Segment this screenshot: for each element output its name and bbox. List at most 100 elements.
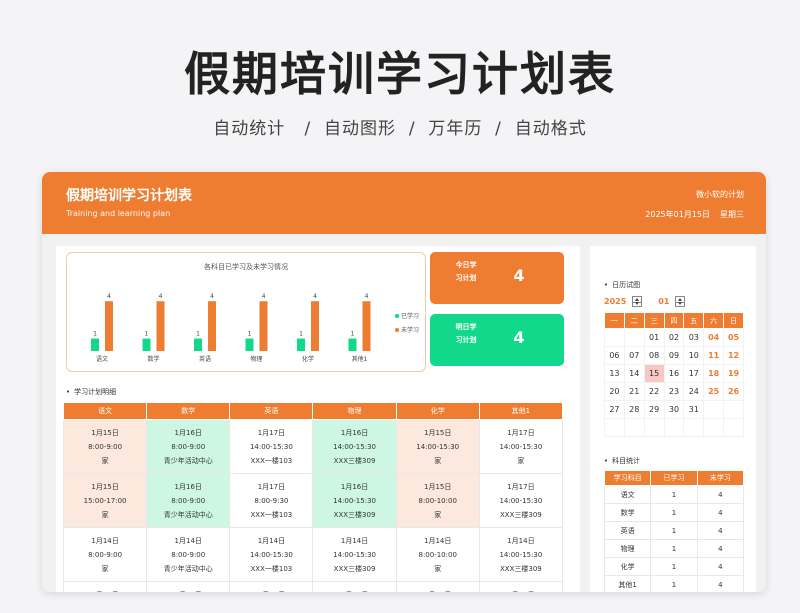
plan-cell[interactable]: 1月16日 14:00-15:30 XXX三楼309: [312, 473, 397, 528]
stats-cell: 4: [696, 521, 745, 540]
plan-cell[interactable]: 1月16日 8:00-9:00 青少年活动中心: [146, 473, 231, 528]
calendar-day[interactable]: 22: [643, 382, 665, 401]
plan-cell[interactable]: 1月15日 14:00-15:30 家: [395, 419, 480, 474]
calendar-day[interactable]: 12: [723, 346, 744, 365]
plan-col-header[interactable]: 其他1: [478, 402, 564, 420]
today-plan-card[interactable]: 今日学习计划 4: [430, 252, 564, 304]
calendar-section-title: 日历试图: [604, 280, 640, 290]
plan-col-header[interactable]: 物理: [312, 402, 397, 420]
plan-cell[interactable]: 1月16日 14:00-15:30 XXX三楼309: [312, 419, 397, 474]
bar-unlearned: [208, 301, 216, 351]
plan-col-header[interactable]: 语文: [62, 402, 148, 420]
data-label: 4: [159, 293, 163, 300]
calendar-day[interactable]: 20: [604, 382, 625, 401]
date-text: 2025年01月15日: [645, 210, 710, 219]
calendar-day[interactable]: 29: [643, 400, 665, 419]
left-panel: 1 4 语文 1 4 数学 1 4 英语 1 4 物理 1 4 化学 1 4 其他1 各科目已学习及未学习情况 已…: [56, 246, 580, 592]
plan-date: 1月14日: [174, 536, 202, 545]
plan-time: 8:00-9:00: [171, 496, 206, 505]
year-stepper[interactable]: [632, 296, 643, 307]
calendar-day[interactable]: 07: [623, 346, 645, 365]
chart-legend: 已学习 未学习: [395, 311, 419, 339]
calendar-day[interactable]: 18: [703, 364, 725, 383]
calendar-day: [703, 400, 725, 419]
calendar-day[interactable]: 08: [643, 346, 665, 365]
weekday-header: 四: [663, 312, 685, 329]
calendar-week: 01 02 03 04 05: [604, 328, 744, 347]
weekday-header: 六: [703, 312, 725, 329]
calendar-day[interactable]: 19: [723, 364, 744, 383]
plan-time: 8:00-10:00: [418, 496, 457, 505]
plan-col-header[interactable]: 英语: [229, 402, 314, 420]
plan-time: 14:00-15:30: [499, 550, 543, 559]
plan-place: XXX三楼309: [333, 510, 376, 519]
plan-place: XXX一楼103: [250, 510, 293, 519]
calendar-day[interactable]: 26: [723, 382, 744, 401]
plan-cell[interactable]: 1月20日: [62, 581, 148, 592]
calendar-day[interactable]: 17: [683, 364, 705, 383]
plan-place: XXX一楼103: [250, 456, 293, 465]
plan-cell[interactable]: 1月17日 14:00-15:30 家: [478, 419, 564, 474]
plan-cell[interactable]: 1月14日 8:00-9:00 家: [62, 527, 148, 582]
plan-cell[interactable]: 1月15日 8:00-9:00 家: [62, 419, 148, 474]
calendar-day[interactable]: 16: [663, 364, 685, 383]
plan-cell[interactable]: 1月16日 8:00-9:00 青少年活动中心: [146, 419, 231, 474]
plan-place: 家: [517, 456, 525, 465]
year-value: 2025: [604, 297, 627, 306]
plan-cell[interactable]: 1月14日 8:00-9:00 青少年活动中心: [146, 527, 231, 582]
app-header: 假期培训学习计划表 Training and learning plan 微小软…: [42, 172, 766, 234]
bar-unlearned: [259, 301, 268, 351]
plan-cell[interactable]: 1月14日 8:00-10:00 家: [395, 527, 480, 582]
plan-cell[interactable]: 1月17日 8:00-9:30 XXX一楼103: [229, 473, 314, 528]
calendar-day: [604, 328, 625, 347]
progress-chart: 1 4 语文 1 4 数学 1 4 英语 1 4 物理 1 4 化学 1 4 其他1 各科目已学习及未学习情况 已…: [66, 252, 426, 372]
plan-cell[interactable]: 1月14日 14:00-15:30 XXX一楼103: [229, 527, 314, 582]
data-label: 4: [210, 293, 214, 300]
calendar-day[interactable]: 13: [604, 364, 625, 383]
calendar-day[interactable]: 05: [723, 328, 744, 347]
x-tick-label: 其他1: [352, 355, 368, 363]
plan-cell[interactable]: 1月20日: [312, 581, 397, 592]
plan-cell[interactable]: 1月22日: [478, 581, 564, 592]
plan-cell[interactable]: 1月21日: [395, 581, 480, 592]
calendar-day[interactable]: 31: [683, 400, 705, 419]
calendar-day[interactable]: 11: [703, 346, 725, 365]
plan-date: 1月14日: [424, 536, 452, 545]
tomorrow-plan-card[interactable]: 明日学习计划 4: [430, 314, 564, 366]
calendar-day[interactable]: 25: [703, 382, 725, 401]
plan-cell[interactable]: 1月17日 14:00-15:30 XXX三楼309: [478, 473, 564, 528]
calendar-week: [604, 418, 744, 437]
plan-col-header[interactable]: 化学: [395, 402, 480, 420]
plan-cell[interactable]: 1月14日 14:00-15:30 XXX三楼309: [312, 527, 397, 582]
calendar-day[interactable]: 09: [663, 346, 685, 365]
calendar-day[interactable]: 15: [643, 364, 665, 383]
calendar-day[interactable]: 01: [643, 328, 665, 347]
calendar-day[interactable]: 23: [663, 382, 685, 401]
plan-cell[interactable]: 1月15日 8:00-10:00 家: [395, 473, 480, 528]
calendar-day[interactable]: 04: [703, 328, 725, 347]
calendar-day[interactable]: 14: [623, 364, 645, 383]
calendar-day[interactable]: 10: [683, 346, 705, 365]
plan-time: 14:00-15:30: [333, 550, 376, 559]
stats-cell: 1: [650, 539, 698, 558]
plan-place: 家: [434, 564, 442, 573]
calendar-day[interactable]: 02: [663, 328, 685, 347]
calendar-day[interactable]: 03: [683, 328, 705, 347]
plan-cell[interactable]: 1月15日 15:00-17:00 家: [62, 473, 148, 528]
plan-cell[interactable]: 1月14日 14:00-15:30 XXX三楼309: [478, 527, 564, 582]
calendar-day[interactable]: 28: [623, 400, 645, 419]
plan-col-header[interactable]: 数学: [146, 402, 231, 420]
stats-cell: 数学: [603, 503, 652, 522]
month-stepper[interactable]: [675, 296, 686, 307]
plan-cell[interactable]: 1月22日: [229, 581, 314, 592]
stats-row: 语文 1 4: [603, 485, 745, 504]
calendar-day[interactable]: 27: [604, 400, 625, 419]
calendar-day[interactable]: 06: [604, 346, 625, 365]
plan-place: 家: [101, 564, 109, 573]
calendar-day[interactable]: 30: [663, 400, 685, 419]
calendar-day[interactable]: 21: [623, 382, 645, 401]
calendar-day[interactable]: 24: [683, 382, 705, 401]
plan-cell[interactable]: 1月21日: [146, 581, 231, 592]
plan-cell[interactable]: 1月17日 14:00-15:30 XXX一楼103: [229, 419, 314, 474]
calendar-day: [663, 418, 685, 437]
